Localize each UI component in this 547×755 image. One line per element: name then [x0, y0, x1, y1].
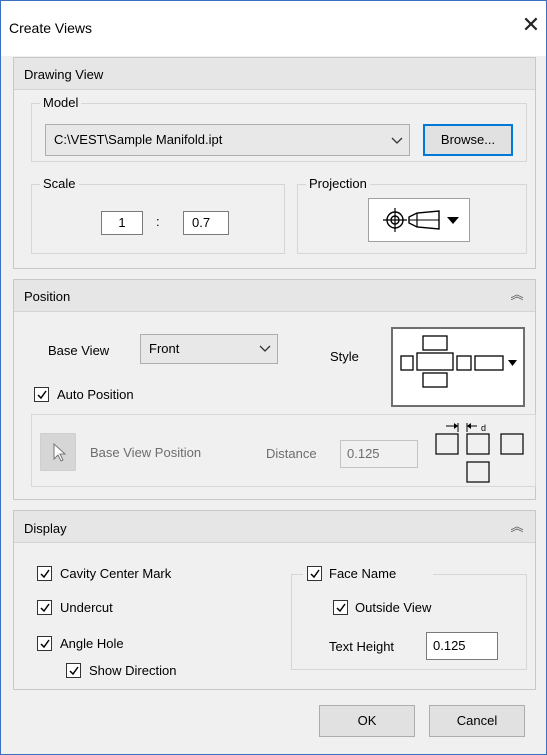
scale-numerator-input[interactable]: 1 — [101, 211, 143, 235]
pick-position-button[interactable] — [40, 433, 76, 471]
text-height-label: Text Height — [329, 639, 395, 654]
outside-view-label: Outside View — [355, 600, 432, 615]
chevron-down-icon — [391, 137, 403, 144]
checkmark-icon — [40, 569, 50, 579]
face-name-label: Face Name — [329, 566, 397, 581]
base-view-value: Front — [149, 341, 180, 356]
dialog-title: Create Views — [9, 20, 93, 36]
collapse-up-icon[interactable]: ︽ — [509, 288, 525, 304]
undercut-label: Undercut — [60, 600, 113, 615]
auto-position-label: Auto Position — [57, 387, 134, 402]
cavity-center-mark-checkbox[interactable] — [37, 566, 52, 581]
checkmark-icon — [310, 569, 320, 579]
model-label: Model — [40, 95, 82, 110]
projection-label: Projection — [306, 176, 370, 191]
angle-hole-label: Angle Hole — [60, 636, 124, 651]
auto-position-checkbox[interactable] — [34, 387, 49, 402]
third-angle-projection-icon — [383, 208, 459, 232]
checkmark-icon — [69, 666, 79, 676]
show-direction-label: Show Direction — [89, 663, 177, 678]
scale-separator: : — [156, 214, 160, 229]
base-view-position-label: Base View Position — [90, 445, 202, 460]
distance-label: Distance — [266, 446, 317, 461]
position-title: Position — [24, 289, 71, 304]
ok-button[interactable]: OK — [319, 705, 415, 737]
display-header[interactable] — [14, 511, 535, 543]
distance-diagram-icon: d — [435, 423, 524, 483]
model-combobox[interactable]: C:\VEST\Sample Manifold.ipt — [45, 124, 410, 156]
face-name-checkbox[interactable] — [307, 566, 322, 581]
model-value: C:\VEST\Sample Manifold.ipt — [54, 132, 223, 147]
checkmark-icon — [40, 639, 50, 649]
style-label: Style — [330, 349, 359, 364]
cursor-arrow-icon — [53, 442, 67, 462]
distance-input[interactable]: 0.125 — [340, 440, 418, 468]
checkmark-icon — [40, 603, 50, 613]
outside-view-checkbox[interactable] — [333, 600, 348, 615]
text-height-input[interactable]: 0.125 — [426, 632, 498, 660]
checkmark-icon — [37, 390, 47, 400]
distance-d-letter: d — [481, 423, 486, 433]
style-selector[interactable] — [391, 327, 525, 407]
checkmark-icon — [336, 603, 346, 613]
scale-label: Scale — [40, 176, 79, 191]
undercut-checkbox[interactable] — [37, 600, 52, 615]
cancel-button[interactable]: Cancel — [429, 705, 525, 737]
show-direction-checkbox[interactable] — [66, 663, 81, 678]
base-view-combobox[interactable]: Front — [140, 334, 278, 364]
browse-button[interactable]: Browse... — [423, 124, 513, 156]
base-view-label: Base View — [48, 343, 110, 358]
distance-diagram: d — [432, 422, 532, 486]
angle-hole-checkbox[interactable] — [37, 636, 52, 651]
view-layout-icon — [400, 335, 517, 388]
scale-denominator-input[interactable]: 0.7 — [183, 211, 229, 235]
position-header[interactable] — [14, 280, 535, 312]
projection-selector[interactable] — [368, 198, 470, 242]
drawing-view-title: Drawing View — [24, 67, 104, 82]
chevron-down-icon — [259, 345, 271, 352]
cavity-center-mark-label: Cavity Center Mark — [60, 566, 172, 581]
collapse-up-icon[interactable]: ︽ — [509, 520, 525, 536]
display-title: Display — [24, 521, 67, 536]
close-icon[interactable]: ✕ — [519, 14, 543, 38]
